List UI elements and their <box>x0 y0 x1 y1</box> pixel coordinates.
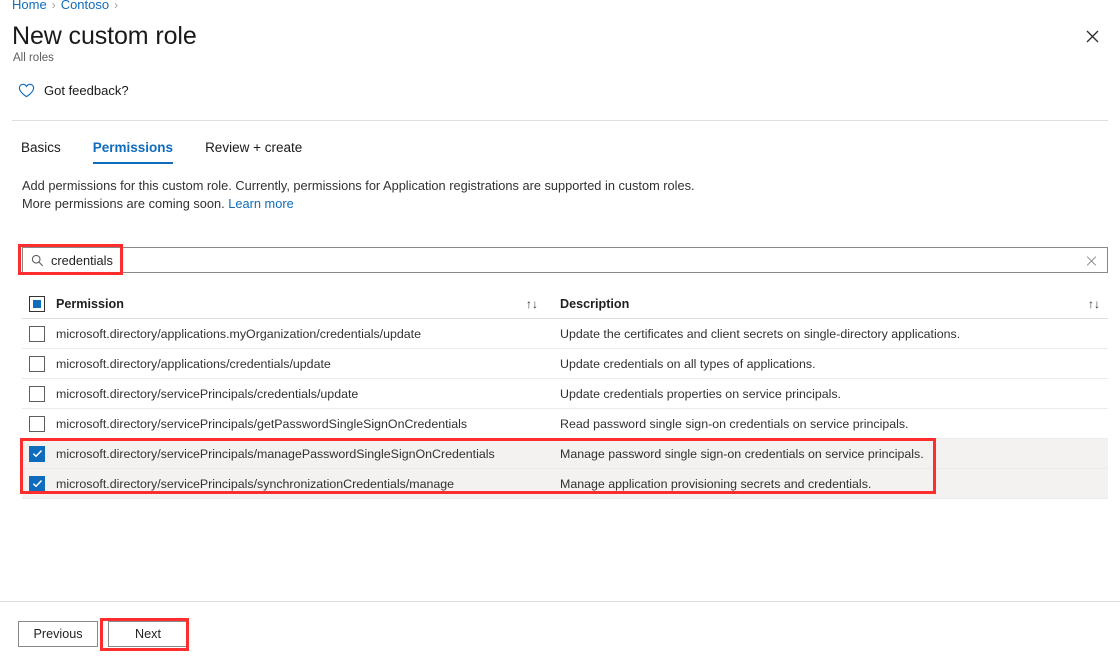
column-header-description: Description <box>560 296 630 311</box>
sort-description-glyph: ↑↓ <box>1088 296 1100 311</box>
search-clear-icon[interactable] <box>1086 254 1099 267</box>
footer-divider <box>0 601 1120 602</box>
row-checkbox[interactable] <box>29 385 45 402</box>
table-row[interactable]: microsoft.directory/servicePrincipals/cr… <box>22 379 1108 409</box>
next-button[interactable]: Next <box>108 621 188 647</box>
table-row[interactable]: microsoft.directory/applications/credent… <box>22 349 1108 379</box>
breadcrumb-item-contoso[interactable]: Contoso <box>61 0 109 12</box>
column-header-permission: Permission <box>56 296 124 311</box>
row-permission-description: Read password single sign-on credentials… <box>560 416 909 431</box>
row-permission-name: microsoft.directory/applications.myOrgan… <box>56 326 422 341</box>
row-permission-name: microsoft.directory/servicePrincipals/ge… <box>56 416 468 431</box>
row-permission-description: Manage application provisioning secrets … <box>560 476 872 491</box>
search-box[interactable] <box>22 247 1108 273</box>
got-feedback-button[interactable]: Got feedback? <box>18 82 129 99</box>
select-all-cell <box>22 295 56 312</box>
row-checkbox-cell <box>22 325 56 342</box>
table-row[interactable]: microsoft.directory/servicePrincipals/sy… <box>22 469 1108 499</box>
got-feedback-label: Got feedback? <box>44 83 129 98</box>
page-title: New custom role <box>12 22 197 50</box>
search-container <box>22 247 1108 273</box>
row-checkbox[interactable] <box>29 475 45 492</box>
close-icon[interactable] <box>1080 24 1104 48</box>
row-checkbox-cell <box>22 475 56 492</box>
row-checkbox-cell <box>22 385 56 402</box>
page-subtitle: All roles <box>13 52 54 64</box>
search-icon <box>31 254 44 267</box>
row-permission-description: Manage password single sign-on credentia… <box>560 446 924 461</box>
table-header-row: Permission ↑↓ Description ↑↓ <box>22 289 1108 319</box>
permissions-table: Permission ↑↓ Description ↑↓ microsoft.d… <box>22 289 1108 499</box>
row-permission-name: microsoft.directory/servicePrincipals/ma… <box>56 446 495 461</box>
heart-icon <box>18 82 35 99</box>
sort-permission-icon[interactable]: ↑↓ <box>526 298 560 310</box>
table-row[interactable]: microsoft.directory/applications.myOrgan… <box>22 319 1108 349</box>
row-checkbox-cell <box>22 445 56 462</box>
tab-basics[interactable]: Basics <box>21 138 77 164</box>
breadcrumb-separator-2: › <box>114 0 119 12</box>
row-permission-name: microsoft.directory/servicePrincipals/cr… <box>56 386 359 401</box>
breadcrumb-separator: › <box>51 0 56 12</box>
learn-more-link[interactable]: Learn more <box>228 196 293 211</box>
row-checkbox[interactable] <box>29 325 45 342</box>
table-row[interactable]: microsoft.directory/servicePrincipals/ge… <box>22 409 1108 439</box>
select-all-checkbox[interactable] <box>29 295 45 312</box>
breadcrumb-item-home[interactable]: Home <box>12 0 47 12</box>
row-permission-description: Update the certificates and client secre… <box>560 326 961 341</box>
table-row[interactable]: microsoft.directory/servicePrincipals/ma… <box>22 439 1108 469</box>
permissions-description-text: Add permissions for this custom role. Cu… <box>22 178 695 211</box>
new-custom-role-blade: Home › Contoso › New custom role All roles … <box>0 0 1120 657</box>
sort-permission-glyph: ↑↓ <box>526 296 538 311</box>
row-permission-description: Update credentials properties on service… <box>560 386 841 401</box>
row-checkbox-cell <box>22 355 56 372</box>
tab-review-create[interactable]: Review + create <box>189 138 318 164</box>
row-checkbox-cell <box>22 415 56 432</box>
permissions-description: Add permissions for this custom role. Cu… <box>22 177 722 212</box>
footer-actions: Previous Next <box>18 621 188 647</box>
row-checkbox[interactable] <box>29 415 45 432</box>
row-permission-name: microsoft.directory/applications/credent… <box>56 356 331 371</box>
row-checkbox[interactable] <box>29 445 45 462</box>
row-checkbox[interactable] <box>29 355 45 372</box>
previous-button[interactable]: Previous <box>18 621 98 647</box>
tab-permissions[interactable]: Permissions <box>77 138 189 164</box>
header-divider <box>12 120 1108 121</box>
row-permission-description: Update credentials on all types of appli… <box>560 356 816 371</box>
row-permission-name: microsoft.directory/servicePrincipals/sy… <box>56 476 455 491</box>
tab-bar: Basics Permissions Review + create <box>21 138 318 164</box>
sort-description-icon[interactable]: ↑↓ <box>1088 298 1100 310</box>
search-input[interactable] <box>51 249 1107 271</box>
breadcrumb: Home › Contoso › <box>12 0 123 14</box>
